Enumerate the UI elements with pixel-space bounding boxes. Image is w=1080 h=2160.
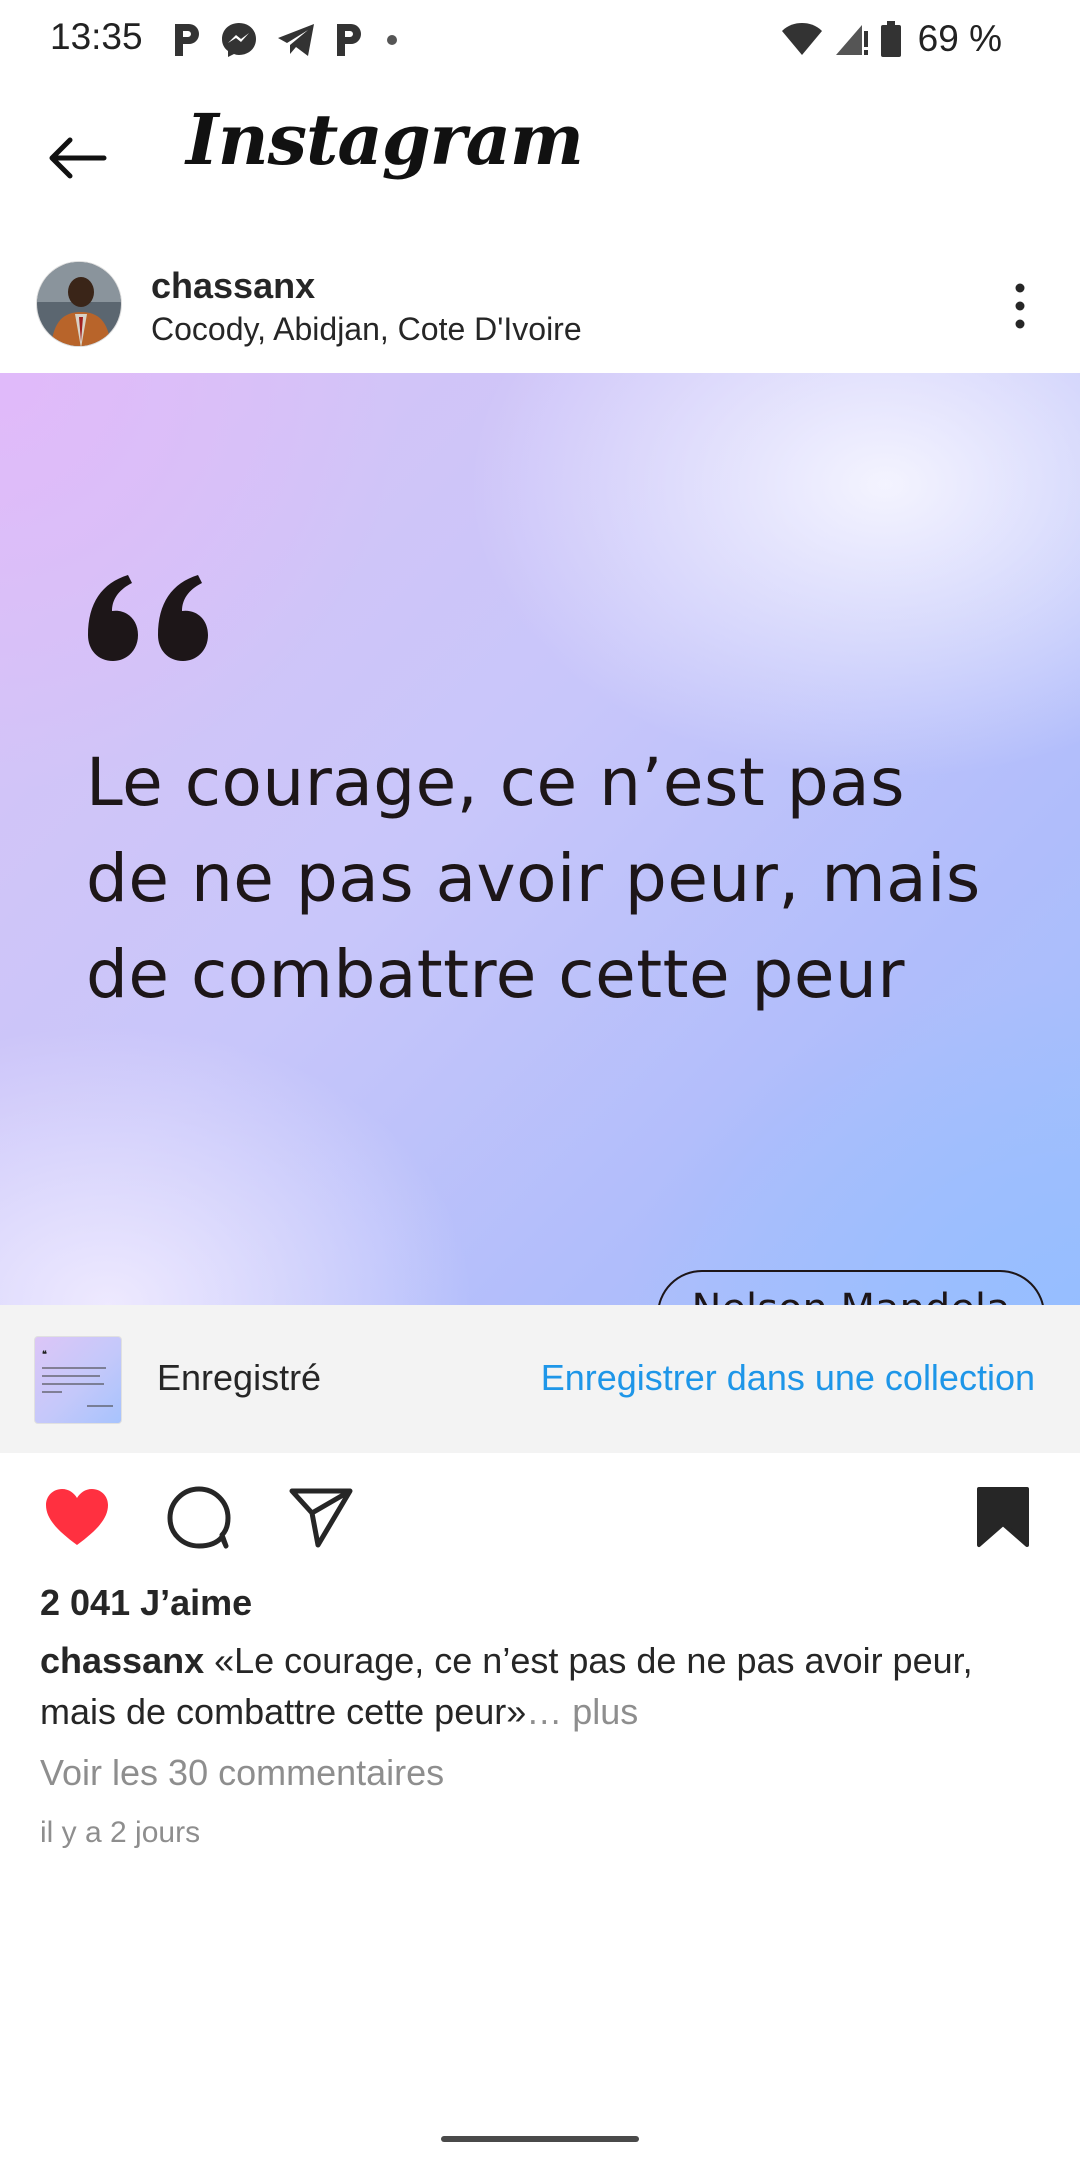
messenger-icon (222, 23, 256, 57)
battery-icon (880, 21, 901, 57)
dot-icon (387, 35, 397, 45)
post-timestamp: il y a 2 jours (40, 1816, 201, 1849)
thumbnail-line (42, 1383, 104, 1385)
post-image[interactable]: Le courage, ce n’est pas de ne pas avoir… (0, 373, 1080, 1305)
thumbnail-quote-mark: ❝ (42, 1349, 47, 1359)
comment-icon (167, 1486, 231, 1549)
quote-text: Le courage, ce n’est pas de ne pas avoir… (86, 744, 981, 1013)
telegram-icon (278, 24, 314, 56)
avatar[interactable] (36, 261, 122, 347)
back-button[interactable] (36, 118, 116, 198)
caption: chassanx «Le courage, ce n’est pas de ne… (40, 1635, 1050, 1737)
more-vertical-icon (1015, 283, 1025, 329)
action-bar (0, 1460, 1080, 1570)
caption-username[interactable]: chassanx (40, 1640, 204, 1681)
send-icon (289, 1488, 353, 1548)
view-comments-link[interactable]: Voir les 30 commentaires (40, 1752, 444, 1794)
app-header: Instagram (0, 90, 1080, 220)
system-icons: 69 % (780, 16, 1002, 62)
heart-filled-icon (46, 1489, 108, 1545)
signal-icon (835, 25, 868, 55)
p-icon (175, 24, 199, 56)
post-header: chassanx Cocody, Abidjan, Cote D'Ivoire (0, 245, 1080, 375)
saved-status: Enregistré (157, 1357, 322, 1398)
author-pill: Nelson Mandela (657, 1270, 1045, 1305)
thumbnail-line (87, 1405, 113, 1407)
thumbnail-line (42, 1375, 100, 1377)
thumbnail-line (42, 1391, 62, 1393)
instagram-logo: Instagram (186, 98, 584, 181)
avatar-image (37, 262, 121, 346)
p-icon (337, 24, 361, 56)
save-to-collection-link[interactable]: Enregistrer dans une collection (541, 1357, 1035, 1399)
like-button[interactable] (42, 1482, 112, 1552)
more-options-button[interactable] (990, 271, 1050, 341)
post-location[interactable]: Cocody, Abidjan, Cote D'Ivoire (151, 311, 582, 348)
quote-mark-icon (88, 575, 208, 661)
comment-button[interactable] (164, 1482, 234, 1552)
share-button[interactable] (286, 1482, 356, 1552)
saved-toast: ❝ Enregistré Enregistrer dans une collec… (0, 1305, 1080, 1453)
caption-more-link[interactable]: … plus (526, 1691, 638, 1732)
bookmark-filled-icon (977, 1487, 1029, 1547)
notification-icons (172, 18, 402, 62)
thumbnail-line (42, 1367, 106, 1369)
saved-post-thumbnail: ❝ (34, 1336, 122, 1424)
likes-count[interactable]: 2 041 J’aime (40, 1582, 252, 1624)
save-button[interactable] (968, 1482, 1038, 1552)
battery-level: 69 % (917, 18, 1002, 59)
wifi-icon (781, 23, 822, 55)
status-bar: 13:35 69 % (0, 0, 1080, 80)
post-username[interactable]: chassanx (151, 265, 315, 307)
status-time: 13:35 (50, 16, 143, 57)
gesture-navigation-bar[interactable] (441, 2136, 639, 2142)
arrow-left-icon (49, 137, 107, 179)
